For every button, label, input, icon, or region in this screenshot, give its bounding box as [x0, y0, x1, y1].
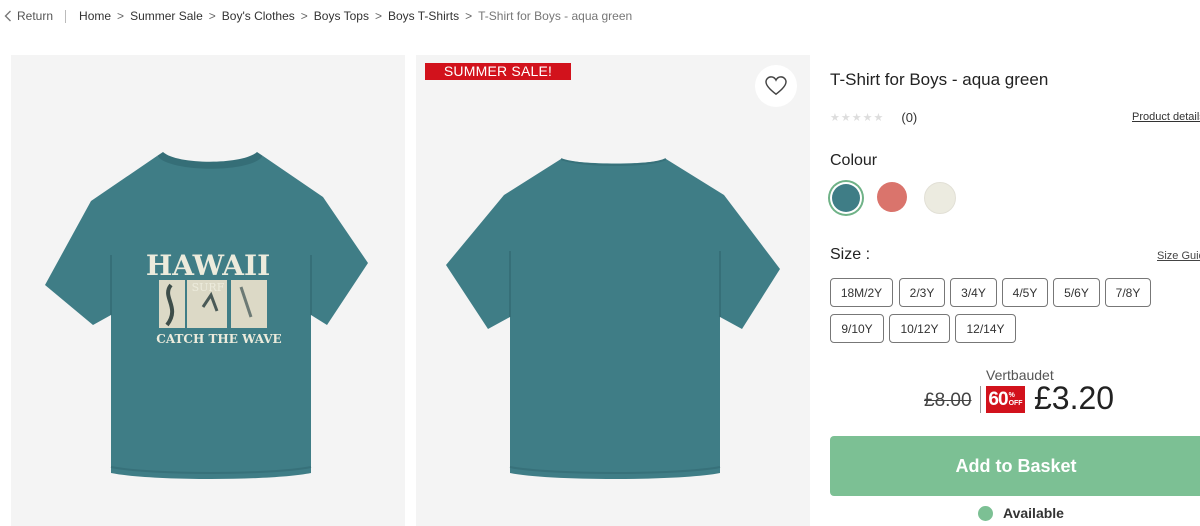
breadcrumb-boys-tops[interactable]: Boys Tops: [314, 9, 369, 23]
shirt-print-subtitle: SURF: [192, 281, 225, 294]
rating-stars: ★ ★ ★ ★ ★: [830, 112, 883, 124]
discount-badge: 60 % OFF: [986, 386, 1025, 413]
colour-swatch-aqua-green[interactable]: [832, 184, 860, 212]
return-link[interactable]: Return: [4, 9, 53, 23]
rating-summary[interactable]: ★ ★ ★ ★ ★ (0): [830, 110, 917, 125]
breadcrumb-divider: [65, 9, 67, 23]
star-icon: ★: [840, 111, 851, 124]
star-icon: ★: [851, 111, 862, 124]
summer-sale-banner: SUMMER SALE!: [425, 63, 571, 80]
old-price: £8.00: [924, 390, 972, 411]
size-option[interactable]: 4/5Y: [1002, 278, 1048, 307]
breadcrumb-separator: >: [300, 9, 308, 23]
availability-status: Available: [978, 505, 1064, 521]
chevron-left-icon: [4, 10, 11, 22]
breadcrumb-summer-sale[interactable]: Summer Sale: [130, 9, 203, 23]
size-option[interactable]: 3/4Y: [950, 278, 997, 307]
return-label: Return: [17, 9, 54, 23]
size-option[interactable]: 10/12Y: [889, 314, 950, 343]
heart-icon: [765, 76, 787, 96]
star-icon: ★: [862, 111, 873, 124]
current-price: £3.20: [1034, 380, 1115, 416]
star-icon: ★: [830, 111, 840, 124]
size-option[interactable]: 9/10Y: [830, 314, 884, 343]
size-option[interactable]: 7/8Y: [1105, 278, 1151, 307]
product-title: T-Shirt for Boys - aqua green: [830, 70, 1049, 89]
breadcrumb-home[interactable]: Home: [79, 9, 111, 23]
review-count: (0): [901, 110, 918, 125]
breadcrumb-boys-tshirts[interactable]: Boys T-Shirts: [388, 9, 459, 23]
product-details-link[interactable]: Product details: [1132, 111, 1200, 123]
availability-label: Available: [1003, 505, 1064, 521]
breadcrumb-separator: >: [465, 9, 473, 23]
price-divider: [980, 386, 981, 413]
available-dot-icon: [978, 505, 993, 521]
colour-label: Colour: [830, 152, 878, 169]
breadcrumb-separator: >: [117, 9, 125, 23]
colour-swatch-ecru[interactable]: [924, 182, 956, 214]
breadcrumb-separator: >: [208, 9, 216, 23]
size-label: Size :: [830, 246, 871, 263]
breadcrumb-separator: >: [374, 9, 382, 23]
product-image-front[interactable]: HAWAII SURF CATCH THE WAVE: [11, 55, 405, 526]
star-icon: ★: [873, 111, 884, 124]
breadcrumb-boys-clothes[interactable]: Boy's Clothes: [222, 9, 295, 23]
size-option[interactable]: 12/14Y: [955, 314, 1016, 343]
size-guide-link[interactable]: Size Guide: [1157, 250, 1200, 262]
shirt-print-tagline: CATCH THE WAVE: [156, 332, 281, 346]
favourite-button[interactable]: [755, 65, 797, 107]
discount-suffix: % OFF: [1008, 391, 1023, 407]
tshirt-front-illustration: HAWAII SURF CATCH THE WAVE: [45, 152, 368, 479]
add-to-basket-button[interactable]: Add to Basket: [830, 436, 1200, 496]
size-option[interactable]: 18M/2Y: [830, 278, 893, 307]
breadcrumb: Return Home > Summer Sale > Boy's Clothe…: [4, 8, 632, 24]
size-option[interactable]: 5/6Y: [1053, 278, 1100, 307]
shirt-print-title: HAWAII: [146, 249, 270, 282]
colour-swatch-coral[interactable]: [877, 182, 907, 212]
size-option[interactable]: 2/3Y: [899, 278, 945, 307]
product-image-back[interactable]: SUMMER SALE!: [416, 55, 810, 526]
breadcrumb-current: T-Shirt for Boys - aqua green: [478, 9, 633, 23]
discount-value: 60: [988, 388, 1008, 410]
tshirt-back-illustration: [446, 158, 780, 479]
